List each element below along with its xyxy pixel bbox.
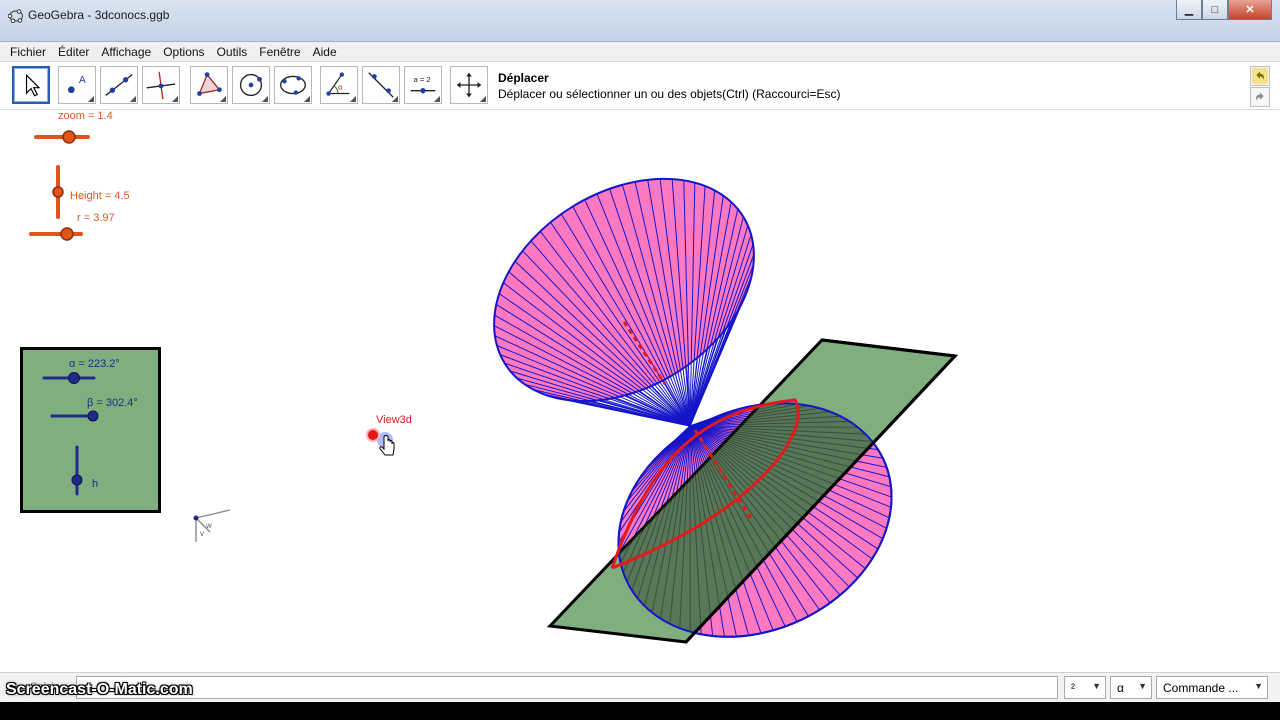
active-tool-name: Déplacer [498,71,549,85]
graphics-view[interactable]: zoom = 1.4 Height = 4.5 r = 3.97 α = 223… [0,110,1280,670]
window-controls: ▁ □ ✕ [1176,0,1272,20]
close-button[interactable]: ✕ [1228,0,1272,20]
move-icon [25,73,41,97]
conic-tool-button[interactable]: ◢ [274,66,312,104]
redo-icon [1256,92,1264,101]
menu-aide[interactable]: Aide [307,45,343,59]
svg-text:A: A [79,75,86,86]
geogebra-window: GeoGebra - 3dconocs.ggb ▁ □ ✕ Fichier Éd… [0,0,1280,720]
move-graphics-view-button[interactable]: ◢ [450,66,488,104]
move-tool-button[interactable] [12,66,50,104]
geogebra-app-icon [8,9,24,24]
toolbar: A ◢ ◢ ◢ ◢ ◢ ◢ α ◢ ◢ a = 2 ◢ ◢ Déplacer D… [0,62,1280,110]
power-symbol-select[interactable]: ² ▼ [1064,676,1106,699]
screencast-watermark: Screencast-O-Matic.com [6,681,193,698]
title-bar: GeoGebra - 3dconocs.ggb ▁ □ ✕ [0,0,1280,42]
svg-text:a = 2: a = 2 [414,75,431,84]
greek-symbol-select[interactable]: α ▼ [1110,676,1152,699]
polygon-tool-button[interactable]: ◢ [190,66,228,104]
window-title: GeoGebra - 3dconocs.ggb [28,8,170,22]
conic-3d-scene[interactable] [0,110,1280,670]
menu-options[interactable]: Options [157,45,210,59]
redo-button[interactable] [1250,87,1270,107]
menu-fenetre[interactable]: Fenêtre [253,45,306,59]
menu-editer[interactable]: Éditer [52,45,95,59]
svg-text:α: α [338,83,343,92]
slider-tool-button[interactable]: a = 2 ◢ [404,66,442,104]
maximize-button[interactable]: □ [1202,0,1228,20]
active-tool-help: Déplacer ou sélectionner un ou des objet… [498,87,841,101]
menu-affichage[interactable]: Affichage [95,45,157,59]
reflect-tool-button[interactable]: ◢ [362,66,400,104]
minimize-button[interactable]: ▁ [1176,0,1202,20]
input-bar-field[interactable] [76,676,1058,699]
menu-fichier[interactable]: Fichier [4,45,52,59]
menu-bar: Fichier Éditer Affichage Options Outils … [0,42,1280,62]
circle-tool-button[interactable]: ◢ [232,66,270,104]
command-select[interactable]: Commande ... ▼ [1156,676,1268,699]
perpendicular-tool-button[interactable]: ◢ [142,66,180,104]
point-tool-button[interactable]: A ◢ [58,66,96,104]
bottom-strip [0,702,1280,720]
tool-description: Déplacer Déplacer ou sélectionner un ou … [498,71,841,101]
upper-cone-nappe [493,177,755,427]
menu-outils[interactable]: Outils [211,45,254,59]
undo-icon [1251,67,1269,85]
angle-tool-button[interactable]: α ◢ [320,66,358,104]
undo-button[interactable] [1250,66,1270,86]
line-tool-button[interactable]: ◢ [100,66,138,104]
